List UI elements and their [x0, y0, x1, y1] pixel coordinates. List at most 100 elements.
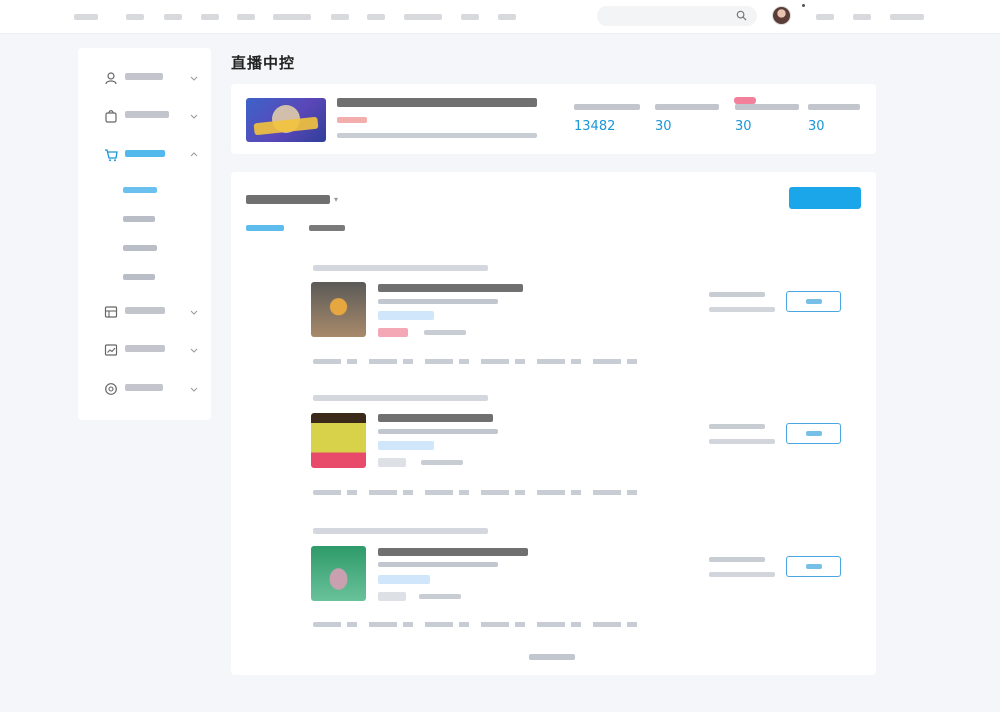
stat-viewers: 13482 [574, 104, 654, 134]
edit-button[interactable] [786, 556, 841, 577]
nav-right-item[interactable] [890, 11, 926, 23]
search-icon[interactable] [736, 10, 747, 21]
product-tag [378, 441, 434, 450]
product-option[interactable] [709, 292, 765, 297]
product-thumbnail[interactable] [311, 546, 366, 601]
no-more-text [529, 654, 575, 660]
sidebar-item-label [125, 111, 169, 118]
product-row [231, 262, 876, 390]
sidebar-item-label [125, 150, 165, 157]
sidebar-item-live[interactable] [78, 106, 211, 128]
live-title [337, 98, 547, 108]
sidebar-item-label [125, 73, 163, 80]
settings-icon [105, 383, 117, 395]
sidebar-item-products[interactable] [78, 145, 211, 167]
chevron-down-icon: ▾ [334, 195, 339, 204]
stat-item: 30 [735, 104, 815, 134]
products-panel: ▾ [231, 172, 876, 675]
stat-value: 30 [655, 119, 672, 134]
page-title: 直播中控 [231, 54, 296, 72]
nav-item[interactable] [461, 11, 481, 23]
stat-label [808, 104, 860, 110]
product-id [313, 528, 488, 534]
product-note [421, 460, 463, 465]
stat-label [655, 104, 719, 110]
product-badge [378, 458, 406, 467]
product-option[interactable] [709, 439, 775, 444]
product-note [419, 594, 461, 599]
bag-icon [105, 110, 117, 123]
product-badge [378, 592, 406, 601]
chevron-down-icon [190, 387, 198, 392]
cart-icon [105, 149, 118, 162]
product-tag [378, 575, 430, 584]
product-badge [378, 328, 408, 337]
sidebar-item-label [125, 307, 165, 314]
product-thumbnail[interactable] [311, 413, 366, 468]
product-name [378, 548, 528, 556]
shop-icon [104, 306, 118, 318]
sidebar-subitem[interactable] [123, 270, 163, 284]
product-metrics [313, 490, 643, 495]
nav-item[interactable] [331, 11, 351, 23]
sidebar-subitem[interactable] [123, 212, 163, 226]
chevron-down-icon [190, 114, 198, 119]
chevron-down-icon [190, 348, 198, 353]
chevron-down-icon [190, 76, 198, 81]
live-cover-image[interactable] [246, 98, 326, 142]
sidebar [78, 48, 211, 420]
stat-item: 30 [808, 104, 888, 134]
nav-item-home[interactable] [74, 11, 100, 23]
edit-button[interactable] [786, 291, 841, 312]
notification-dot [802, 4, 805, 7]
nav-item[interactable] [164, 11, 184, 23]
sidebar-item-account[interactable] [78, 68, 211, 90]
stat-value: 30 [735, 119, 752, 134]
sidebar-subitem-live-control[interactable] [123, 183, 163, 197]
product-option[interactable] [709, 307, 775, 312]
product-metrics [313, 622, 643, 627]
tab-pending-products[interactable] [309, 223, 348, 237]
edit-button[interactable] [786, 423, 841, 444]
nav-item[interactable] [404, 11, 444, 23]
stat-value: 30 [808, 119, 825, 134]
product-option[interactable] [709, 424, 765, 429]
product-id [313, 265, 488, 271]
add-product-button[interactable] [789, 187, 861, 209]
sidebar-item-settings[interactable] [78, 379, 211, 401]
product-thumbnail[interactable] [311, 282, 366, 337]
sidebar-subitem[interactable] [123, 241, 163, 255]
nav-item[interactable] [126, 11, 146, 23]
product-name [378, 414, 493, 422]
product-note [424, 330, 466, 335]
nav-item[interactable] [237, 11, 257, 23]
nav-item[interactable] [498, 11, 518, 23]
nav-item[interactable] [273, 11, 313, 23]
sidebar-item-data[interactable] [78, 340, 211, 362]
chart-icon [104, 344, 118, 356]
search-input[interactable] [597, 6, 757, 26]
avatar[interactable] [772, 6, 791, 25]
stat-value: 13482 [574, 119, 616, 134]
product-tag [378, 311, 434, 320]
product-row [231, 525, 876, 653]
top-nav [0, 0, 1000, 34]
chevron-up-icon [190, 152, 198, 157]
sidebar-item-label [125, 384, 163, 391]
sidebar-item-store[interactable] [78, 302, 211, 324]
nav-item[interactable] [201, 11, 221, 23]
product-price [378, 429, 498, 434]
nav-right-item[interactable] [816, 11, 836, 23]
chevron-down-icon [190, 310, 198, 315]
product-id [313, 395, 488, 401]
product-option[interactable] [709, 572, 775, 577]
product-row [231, 392, 876, 520]
nav-right-item[interactable] [853, 11, 873, 23]
tab-live-products[interactable] [246, 223, 287, 237]
panel-title: ▾ [246, 192, 338, 205]
product-option[interactable] [709, 557, 765, 562]
product-price [378, 562, 498, 567]
nav-item[interactable] [367, 11, 387, 23]
hot-badge [734, 97, 756, 104]
sidebar-item-label [125, 345, 165, 352]
